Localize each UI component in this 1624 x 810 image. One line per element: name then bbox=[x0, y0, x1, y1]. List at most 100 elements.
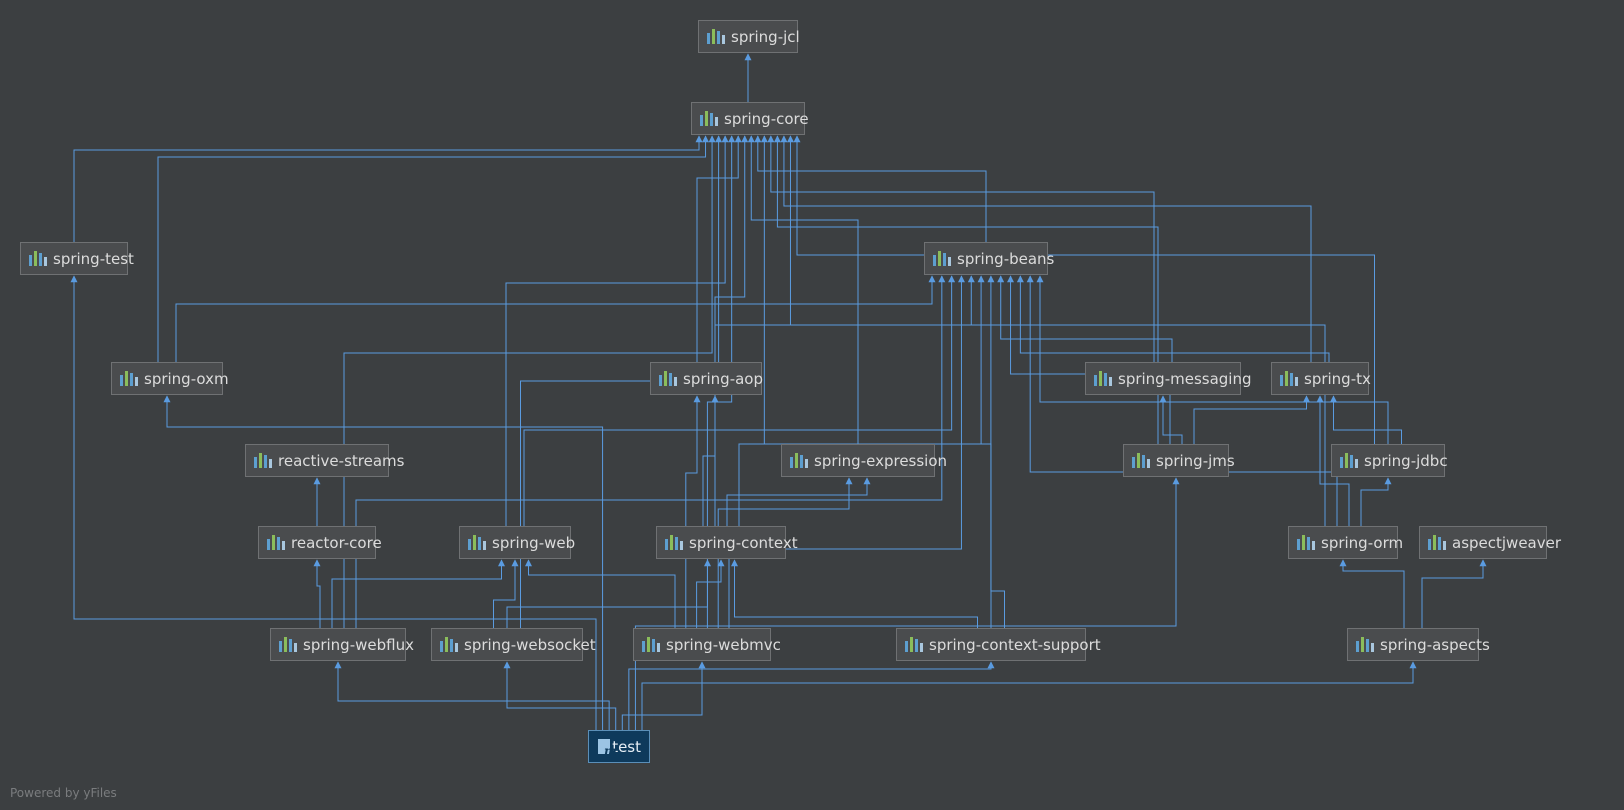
edge-spring-context-to-spring-core bbox=[714, 135, 749, 526]
node-spring-orm[interactable]: spring-orm bbox=[1288, 526, 1403, 559]
library-icon bbox=[279, 637, 297, 652]
node-label: spring-context bbox=[689, 533, 798, 552]
node-label: spring-jdbc bbox=[1364, 451, 1448, 470]
library-icon bbox=[642, 637, 660, 652]
edge-spring-webmvc-to-spring-web bbox=[525, 559, 676, 628]
node-spring-tx[interactable]: spring-tx bbox=[1271, 362, 1371, 395]
edge-spring-expression-to-spring-core bbox=[747, 135, 859, 444]
maven-module-icon: m bbox=[597, 738, 617, 758]
node-label: spring-messaging bbox=[1118, 369, 1252, 388]
node-label: spring-jcl bbox=[731, 27, 800, 46]
library-icon bbox=[1340, 453, 1358, 468]
library-icon bbox=[933, 251, 951, 266]
node-spring-webflux[interactable]: spring-webflux bbox=[270, 628, 414, 661]
edge-test-to-spring-jms bbox=[634, 477, 1180, 730]
node-label: spring-aop bbox=[683, 369, 764, 388]
node-label: spring-jms bbox=[1156, 451, 1235, 470]
node-label: spring-core bbox=[724, 109, 809, 128]
edge-spring-orm-to-spring-beans bbox=[1026, 275, 1338, 526]
node-label: aspectjweaver bbox=[1452, 533, 1562, 552]
edge-spring-jms-to-spring-messaging bbox=[1159, 395, 1183, 444]
edge-test-to-spring-webmvc bbox=[621, 661, 706, 730]
node-spring-messaging[interactable]: spring-messaging bbox=[1085, 362, 1252, 395]
library-icon bbox=[267, 535, 285, 550]
node-spring-test[interactable]: spring-test bbox=[20, 242, 134, 275]
edge-test-to-spring-aspects bbox=[641, 661, 1417, 730]
edge-spring-aspects-to-spring-orm bbox=[1339, 559, 1405, 628]
node-spring-webmvc[interactable]: spring-webmvc bbox=[633, 628, 781, 661]
library-icon bbox=[440, 637, 458, 652]
library-icon bbox=[700, 111, 718, 126]
library-icon bbox=[1297, 535, 1315, 550]
node-spring-beans[interactable]: spring-beans bbox=[924, 242, 1054, 275]
node-spring-websocket[interactable]: spring-websocket bbox=[431, 628, 596, 661]
library-icon bbox=[120, 371, 138, 386]
edge-test-to-spring-websocket bbox=[503, 661, 617, 730]
node-label: spring-tx bbox=[1304, 369, 1371, 388]
node-spring-oxm[interactable]: spring-oxm bbox=[111, 362, 229, 395]
edge-spring-jdbc-to-spring-core bbox=[793, 135, 1375, 444]
edge-spring-tx-to-spring-beans bbox=[1016, 275, 1330, 362]
node-reactive-streams[interactable]: reactive-streams bbox=[245, 444, 404, 477]
node-label: spring-web bbox=[492, 533, 576, 552]
edge-spring-jms-to-spring-tx bbox=[1193, 395, 1310, 444]
library-icon bbox=[1280, 371, 1298, 386]
node-label: spring-oxm bbox=[144, 369, 229, 388]
library-icon bbox=[659, 371, 677, 386]
node-spring-aop[interactable]: spring-aop bbox=[650, 362, 764, 395]
edge-test-to-spring-context-support bbox=[628, 661, 995, 730]
edge-spring-webflux-to-reactor-core bbox=[313, 559, 321, 628]
node-spring-jcl[interactable]: spring-jcl bbox=[698, 20, 800, 53]
edge-spring-web-to-spring-beans bbox=[523, 275, 956, 526]
edge-spring-webflux-to-spring-web bbox=[331, 559, 505, 628]
node-spring-expression[interactable]: spring-expression bbox=[781, 444, 947, 477]
edge-spring-context-support-to-spring-context bbox=[731, 559, 978, 628]
node-label: spring-expression bbox=[814, 451, 948, 470]
node-spring-context[interactable]: spring-context bbox=[656, 526, 798, 559]
node-label: spring-test bbox=[53, 249, 134, 268]
library-icon bbox=[790, 453, 808, 468]
library-icon bbox=[665, 535, 683, 550]
library-icon bbox=[707, 29, 725, 44]
node-label: reactor-core bbox=[291, 533, 382, 552]
edge-spring-oxm-to-spring-beans bbox=[175, 275, 936, 362]
node-spring-web[interactable]: spring-web bbox=[459, 526, 575, 559]
node-aspectjweaver[interactable]: aspectjweaver bbox=[1419, 526, 1561, 559]
edge-spring-webmvc-to-spring-aop bbox=[685, 395, 701, 628]
edge-spring-jms-to-spring-beans bbox=[1007, 275, 1171, 444]
library-icon bbox=[1356, 637, 1374, 652]
edge-spring-context-to-spring-expression bbox=[726, 477, 871, 526]
node-spring-aspects[interactable]: spring-aspects bbox=[1347, 628, 1490, 661]
edge-spring-context-to-spring-aop bbox=[702, 395, 719, 526]
edge-spring-websocket-to-spring-context bbox=[506, 559, 711, 628]
node-label: spring-websocket bbox=[464, 635, 596, 654]
node-test[interactable]: m test bbox=[588, 730, 650, 763]
node-label: spring-orm bbox=[1321, 533, 1404, 552]
node-label: spring-beans bbox=[957, 249, 1055, 268]
node-spring-jms[interactable]: spring-jms bbox=[1123, 444, 1235, 477]
edge-spring-orm-to-spring-jdbc bbox=[1360, 477, 1392, 526]
node-spring-core[interactable]: spring-core bbox=[691, 102, 809, 135]
edge-spring-beans-to-spring-core bbox=[754, 135, 987, 242]
edge-test-to-spring-webflux bbox=[334, 661, 610, 730]
library-icon bbox=[905, 637, 923, 652]
node-spring-jdbc[interactable]: spring-jdbc bbox=[1331, 444, 1448, 477]
dependency-edges bbox=[70, 53, 1487, 730]
edge-spring-context-to-spring-beans bbox=[738, 275, 985, 526]
edge-spring-context-support-to-spring-core bbox=[760, 135, 992, 628]
edge-spring-aspects-to-aspectjweaver bbox=[1421, 559, 1487, 628]
edge-spring-jdbc-to-spring-tx bbox=[1330, 395, 1402, 444]
edge-spring-jdbc-to-spring-beans bbox=[1036, 275, 1389, 444]
node-label: reactive-streams bbox=[278, 451, 405, 470]
edge-spring-websocket-to-spring-web bbox=[493, 559, 519, 628]
node-spring-context-support[interactable]: spring-context-support bbox=[896, 628, 1101, 661]
library-icon bbox=[468, 535, 486, 550]
edge-test-to-spring-test bbox=[70, 275, 597, 730]
library-icon bbox=[29, 251, 47, 266]
library-icon bbox=[1094, 371, 1112, 386]
edge-spring-web-to-spring-core bbox=[505, 135, 729, 526]
node-label: spring-aspects bbox=[1380, 635, 1490, 654]
node-label: spring-webmvc bbox=[666, 635, 781, 654]
node-reactor-core[interactable]: reactor-core bbox=[258, 526, 382, 559]
edge-spring-messaging-to-spring-beans bbox=[997, 275, 1173, 362]
